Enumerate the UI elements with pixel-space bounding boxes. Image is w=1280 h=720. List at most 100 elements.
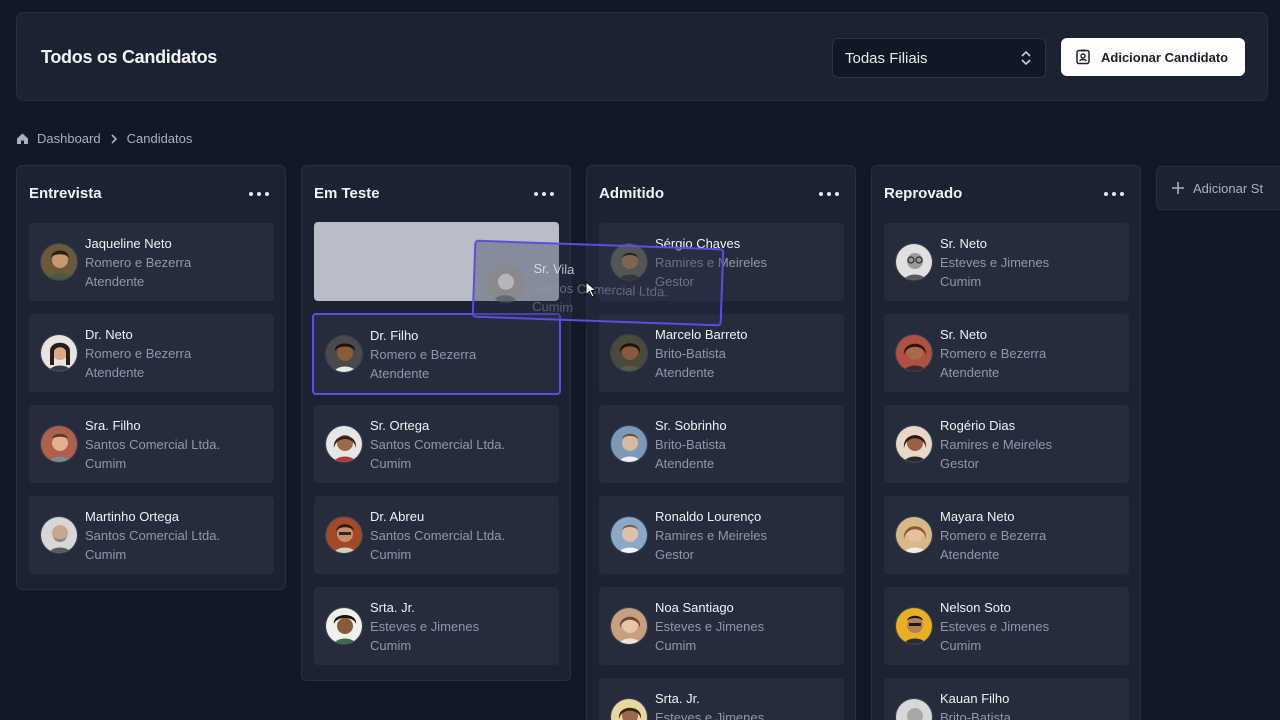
candidate-role: Atendente — [85, 365, 145, 380]
avatar — [325, 516, 363, 554]
column-header: Em Teste — [302, 166, 570, 222]
breadcrumb: Dashboard Candidatos — [16, 131, 192, 146]
candidate-role: Cumim — [940, 274, 982, 289]
candidate-role: Atendente — [940, 547, 1000, 562]
candidate-card[interactable]: Noa Santiago Esteves e Jimenes Cumim — [599, 587, 844, 665]
candidate-company: Brito-Batista — [655, 346, 726, 361]
avatar — [895, 243, 933, 281]
candidate-name: Sr. Sobrinho — [655, 418, 727, 433]
avatar — [40, 243, 78, 281]
column-header: Admitido — [587, 166, 855, 222]
avatar — [610, 516, 648, 554]
avatar — [610, 334, 648, 372]
avatar — [325, 425, 363, 463]
candidate-company: Esteves e Jimenes — [655, 619, 765, 634]
add-stage-button[interactable]: Adicionar St — [1156, 166, 1280, 210]
candidate-name: Srta. Jr. — [370, 600, 415, 615]
candidate-role: Cumim — [370, 638, 412, 653]
candidate-name: Nelson Soto — [940, 600, 1011, 615]
column-reprovado: Reprovado Sr. Neto Esteves e Jimenes Cum… — [871, 165, 1141, 720]
candidate-name: Dr. Filho — [370, 328, 419, 343]
candidate-company: Romero e Bezerra — [940, 346, 1047, 361]
add-candidate-label: Adicionar Candidato — [1101, 49, 1229, 65]
add-candidate-button[interactable]: Adicionar Candidato — [1061, 38, 1245, 76]
candidate-company: Ramires e Meireles — [655, 528, 767, 543]
breadcrumb-candidates[interactable]: Candidatos — [127, 131, 193, 146]
candidate-card[interactable]: Sr. Neto Esteves e Jimenes Cumim — [884, 223, 1129, 301]
candidate-company: Romero e Bezerra — [85, 255, 192, 270]
candidate-role: Cumim — [531, 298, 574, 316]
column-title: Admitido — [599, 185, 664, 202]
candidate-name: Martinho Ortega — [85, 509, 179, 524]
candidate-card[interactable]: Srta. Jr. Esteves e Jimenes — [599, 678, 844, 720]
candidate-card[interactable]: Sr. Ortega Santos Comercial Ltda. Cumim — [314, 405, 559, 483]
candidate-role: Cumim — [370, 456, 412, 471]
avatar — [895, 698, 933, 720]
avatar — [325, 607, 363, 645]
home-icon[interactable] — [16, 132, 29, 145]
more-options-icon[interactable] — [1104, 188, 1124, 200]
candidate-company: Santos Comercial Ltda. — [85, 437, 221, 452]
candidate-name: Noa Santiago — [655, 600, 734, 615]
branch-filter-value: Todas Filiais — [845, 49, 928, 67]
candidate-name: Sra. Filho — [85, 418, 141, 433]
candidate-name: Jaqueline Neto — [85, 236, 172, 251]
candidate-card[interactable]: Dr. Abreu Santos Comercial Ltda. Cumim — [314, 496, 559, 574]
candidate-company: Esteves e Jimenes — [940, 255, 1050, 270]
candidate-card[interactable]: Ronaldo Lourenço Ramires e Meireles Gest… — [599, 496, 844, 574]
candidate-company: Santos Comercial Ltda. — [370, 528, 506, 543]
candidate-role: Atendente — [85, 274, 145, 289]
branch-filter-select[interactable]: Todas Filiais — [832, 38, 1046, 78]
avatar — [895, 607, 933, 645]
contact-badge-icon — [1076, 49, 1090, 65]
candidate-role: Cumim — [940, 638, 982, 653]
avatar — [40, 516, 78, 554]
candidate-card[interactable]: Kauan Filho Brito-Batista — [884, 678, 1129, 720]
candidate-role: Cumim — [655, 638, 697, 653]
candidate-company: Brito-Batista — [940, 710, 1011, 720]
more-options-icon[interactable] — [249, 188, 269, 200]
candidate-company: Brito-Batista — [655, 437, 726, 452]
column-title: Reprovado — [884, 185, 963, 202]
avatar — [40, 334, 78, 372]
column-entrevista: Entrevista Jaqueline Neto Romero e Bezer… — [16, 165, 286, 590]
candidate-card[interactable]: Martinho Ortega Santos Comercial Ltda. C… — [29, 496, 274, 574]
candidate-name: Sr. Ortega — [370, 418, 430, 433]
column-title: Em Teste — [314, 185, 380, 202]
candidate-card[interactable]: Jaqueline Neto Romero e Bezerra Atendent… — [29, 223, 274, 301]
avatar — [325, 335, 363, 373]
avatar — [895, 425, 933, 463]
candidate-name: Srta. Jr. — [655, 691, 700, 706]
candidate-role: Atendente — [655, 365, 715, 380]
candidate-role: Gestor — [655, 547, 695, 562]
candidate-company: Santos Comercial Ltda. — [370, 437, 506, 452]
avatar — [486, 264, 526, 304]
candidate-company: Romero e Bezerra — [85, 346, 192, 361]
candidate-card[interactable]: Nelson Soto Esteves e Jimenes Cumim — [884, 587, 1129, 665]
candidates-board-page: Todos os Candidatos Todas Filiais Adicio… — [0, 0, 1280, 720]
candidate-card[interactable]: Rogério Dias Ramires e Meireles Gestor — [884, 405, 1129, 483]
candidate-card[interactable]: Sr. Sobrinho Brito-Batista Atendente — [599, 405, 844, 483]
candidate-card[interactable]: Dr. Filho Romero e Bezerra Atendente — [312, 313, 561, 395]
more-options-icon[interactable] — [534, 188, 554, 200]
candidate-card[interactable]: Sra. Filho Santos Comercial Ltda. Cumim — [29, 405, 274, 483]
candidate-role: Atendente — [655, 456, 715, 471]
breadcrumb-dashboard[interactable]: Dashboard — [37, 131, 101, 146]
more-options-icon[interactable] — [819, 188, 839, 200]
avatar — [895, 516, 933, 554]
candidate-card[interactable]: Marcelo Barreto Brito-Batista Atendente — [599, 314, 844, 392]
candidate-name: Mayara Neto — [940, 509, 1015, 524]
candidate-company: Romero e Bezerra — [940, 528, 1047, 543]
avatar — [610, 698, 648, 720]
candidate-role: Cumim — [370, 547, 412, 562]
candidate-role: Gestor — [940, 456, 980, 471]
candidate-company: Esteves e Jimenes — [655, 710, 765, 720]
candidate-card[interactable]: Sr. Neto Romero e Bezerra Atendente — [884, 314, 1129, 392]
candidate-card[interactable]: Dr. Neto Romero e Bezerra Atendente — [29, 314, 274, 392]
candidate-role: Cumim — [85, 547, 127, 562]
candidate-card[interactable]: Srta. Jr. Esteves e Jimenes Cumim — [314, 587, 559, 665]
candidate-company: Romero e Bezerra — [370, 347, 477, 362]
candidate-card[interactable]: Mayara Neto Romero e Bezerra Atendente — [884, 496, 1129, 574]
page-title: Todos os Candidatos — [41, 47, 217, 67]
select-chevrons-icon — [1021, 50, 1031, 66]
